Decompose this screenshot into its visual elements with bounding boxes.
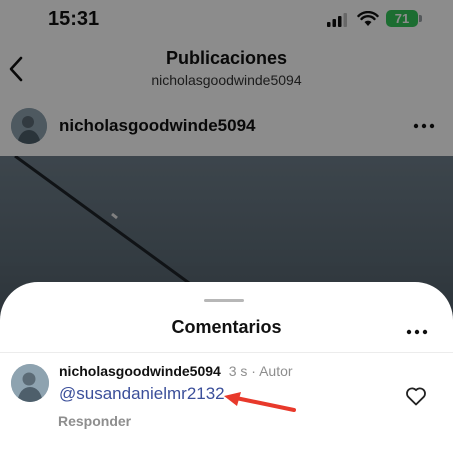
sheet-grabber[interactable]: [204, 299, 244, 302]
heart-icon[interactable]: [405, 386, 427, 406]
more-horizontal-icon[interactable]: [405, 322, 429, 342]
avatar-photo: [11, 364, 49, 402]
sheet-divider: [0, 352, 453, 353]
comment-mention-link[interactable]: @susandanielmr2132: [59, 384, 225, 404]
reply-button[interactable]: Responder: [58, 413, 131, 429]
screen: 15:31 71 Publicaciones nicholasgoodwinde…: [0, 0, 453, 465]
annotation-arrow: [224, 392, 296, 412]
comment-header: nicholasgoodwinde5094 3 s · Autor: [59, 363, 293, 379]
comment-time: 3 s: [228, 363, 248, 379]
comments-sheet: Comentarios nicholasgoodwinde5094 3 s · …: [0, 282, 453, 465]
sheet-title: Comentarios: [171, 317, 282, 337]
comment-username[interactable]: nicholasgoodwinde5094: [59, 363, 221, 379]
comment-separator: ·: [251, 363, 256, 379]
avatar[interactable]: [11, 364, 49, 402]
author-badge: Autor: [259, 363, 293, 379]
